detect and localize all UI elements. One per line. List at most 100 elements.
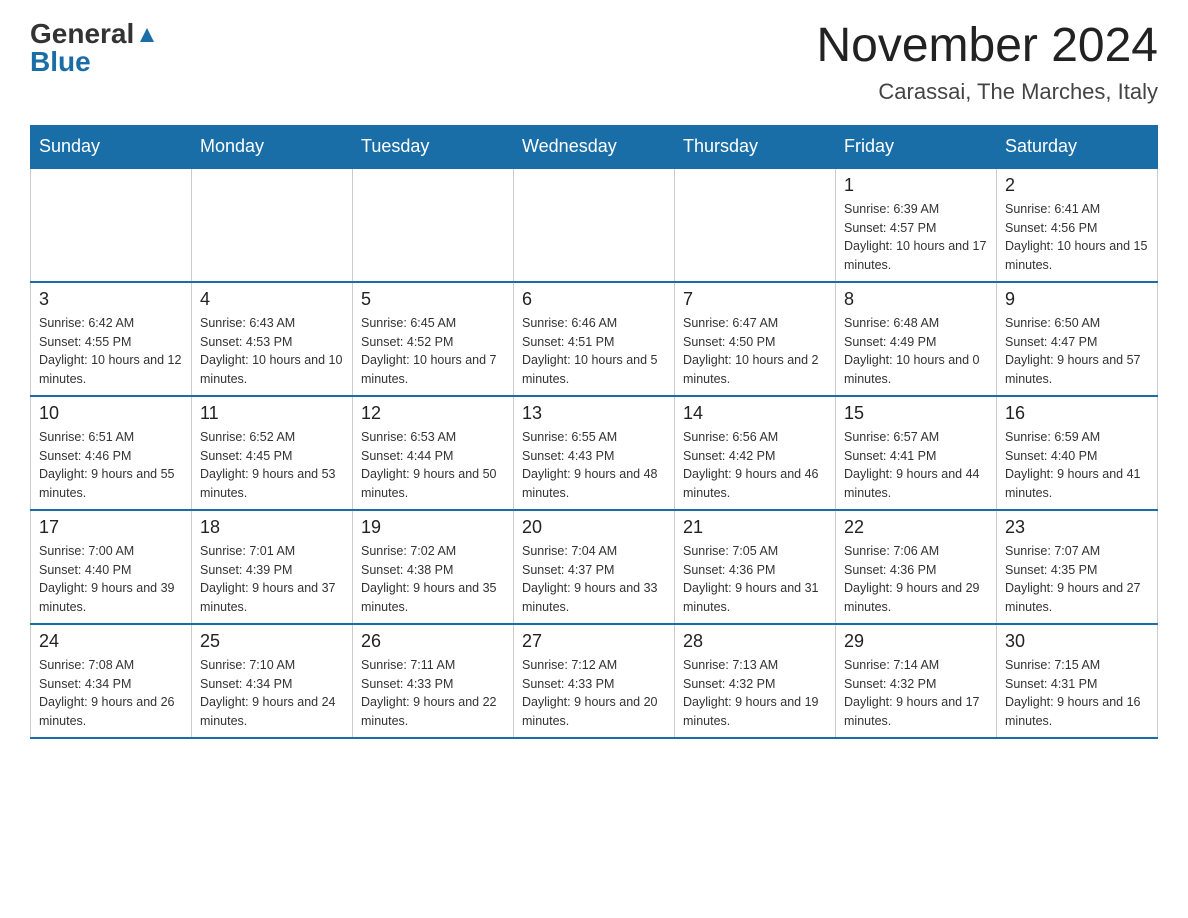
day-info: Sunrise: 7:08 AMSunset: 4:34 PMDaylight:… [39,656,183,731]
calendar-day-cell [31,168,192,282]
day-info: Sunrise: 6:52 AMSunset: 4:45 PMDaylight:… [200,428,344,503]
calendar-day-cell: 5 Sunrise: 6:45 AMSunset: 4:52 PMDaylight… [353,282,514,396]
day-number: 7 [683,289,827,310]
day-number: 3 [39,289,183,310]
calendar-week-row: 1Sunrise: 6:39 AMSunset: 4:57 PMDaylight… [31,168,1158,282]
day-number: 24 [39,631,183,652]
day-info: Sunrise: 6:57 AMSunset: 4:41 PMDaylight:… [844,428,988,503]
day-number: 15 [844,403,988,424]
day-number: 20 [522,517,666,538]
day-info: Sunrise: 6:51 AMSunset: 4:46 PMDaylight:… [39,428,183,503]
calendar-day-cell [514,168,675,282]
weekday-header-tuesday: Tuesday [353,125,514,168]
weekday-header-friday: Friday [836,125,997,168]
day-info: Sunrise: 6:59 AMSunset: 4:40 PMDaylight:… [1005,428,1149,503]
calendar-day-cell: 30 Sunrise: 7:15 AMSunset: 4:31 PMDayligh… [997,624,1158,738]
day-number: 28 [683,631,827,652]
day-info: Sunrise: 7:01 AMSunset: 4:39 PMDaylight:… [200,542,344,617]
calendar-day-cell: 2Sunrise: 6:41 AMSunset: 4:56 PMDaylight… [997,168,1158,282]
calendar-week-row: 3 Sunrise: 6:42 AMSunset: 4:55 PMDaylight… [31,282,1158,396]
calendar-week-row: 10 Sunrise: 6:51 AMSunset: 4:46 PMDayligh… [31,396,1158,510]
calendar-day-cell: 13 Sunrise: 6:55 AMSunset: 4:43 PMDayligh… [514,396,675,510]
day-info: Sunrise: 6:55 AMSunset: 4:43 PMDaylight:… [522,428,666,503]
title-area: November 2024 Carassai, The Marches, Ita… [816,20,1158,105]
day-number: 10 [39,403,183,424]
logo-text-blue: Blue [30,48,91,76]
day-number: 22 [844,517,988,538]
day-number: 9 [1005,289,1149,310]
calendar-day-cell: 21 Sunrise: 7:05 AMSunset: 4:36 PMDayligh… [675,510,836,624]
calendar-day-cell: 6 Sunrise: 6:46 AMSunset: 4:51 PMDaylight… [514,282,675,396]
calendar-day-cell: 24 Sunrise: 7:08 AMSunset: 4:34 PMDayligh… [31,624,192,738]
calendar-day-cell: 1Sunrise: 6:39 AMSunset: 4:57 PMDaylight… [836,168,997,282]
day-info: Sunrise: 7:06 AMSunset: 4:36 PMDaylight:… [844,542,988,617]
day-number: 19 [361,517,505,538]
calendar-day-cell: 16 Sunrise: 6:59 AMSunset: 4:40 PMDayligh… [997,396,1158,510]
calendar-day-cell: 26 Sunrise: 7:11 AMSunset: 4:33 PMDayligh… [353,624,514,738]
day-info: Sunrise: 6:45 AMSunset: 4:52 PMDaylight:… [361,314,505,389]
calendar-day-cell: 3 Sunrise: 6:42 AMSunset: 4:55 PMDaylight… [31,282,192,396]
weekday-header-wednesday: Wednesday [514,125,675,168]
day-number: 4 [200,289,344,310]
day-info: Sunrise: 6:46 AMSunset: 4:51 PMDaylight:… [522,314,666,389]
day-number: 29 [844,631,988,652]
page-header: General Blue November 2024 Carassai, The… [30,20,1158,105]
day-info: Sunrise: 7:02 AMSunset: 4:38 PMDaylight:… [361,542,505,617]
day-info: Sunrise: 7:15 AMSunset: 4:31 PMDaylight:… [1005,656,1149,731]
day-number: 11 [200,403,344,424]
day-info: Sunrise: 6:43 AMSunset: 4:53 PMDaylight:… [200,314,344,389]
day-info: Sunrise: 7:11 AMSunset: 4:33 PMDaylight:… [361,656,505,731]
day-info: Sunrise: 7:05 AMSunset: 4:36 PMDaylight:… [683,542,827,617]
calendar-day-cell [192,168,353,282]
day-number: 25 [200,631,344,652]
day-info: Sunrise: 7:00 AMSunset: 4:40 PMDaylight:… [39,542,183,617]
calendar-day-cell [675,168,836,282]
day-info: Sunrise: 6:42 AMSunset: 4:55 PMDaylight:… [39,314,183,389]
weekday-header-monday: Monday [192,125,353,168]
day-number: 6 [522,289,666,310]
calendar-week-row: 17Sunrise: 7:00 AMSunset: 4:40 PMDayligh… [31,510,1158,624]
logo-text-general: General [30,20,158,48]
calendar-day-cell: 9 Sunrise: 6:50 AMSunset: 4:47 PMDaylight… [997,282,1158,396]
day-info: Sunrise: 7:14 AMSunset: 4:32 PMDaylight:… [844,656,988,731]
calendar-day-cell: 4 Sunrise: 6:43 AMSunset: 4:53 PMDaylight… [192,282,353,396]
calendar-week-row: 24 Sunrise: 7:08 AMSunset: 4:34 PMDayligh… [31,624,1158,738]
day-number: 23 [1005,517,1149,538]
calendar-day-cell: 29 Sunrise: 7:14 AMSunset: 4:32 PMDayligh… [836,624,997,738]
day-info: Sunrise: 6:53 AMSunset: 4:44 PMDaylight:… [361,428,505,503]
day-number: 26 [361,631,505,652]
day-number: 5 [361,289,505,310]
calendar-day-cell: 17Sunrise: 7:00 AMSunset: 4:40 PMDayligh… [31,510,192,624]
calendar-day-cell: 15 Sunrise: 6:57 AMSunset: 4:41 PMDayligh… [836,396,997,510]
day-number: 21 [683,517,827,538]
weekday-header-sunday: Sunday [31,125,192,168]
day-info: Sunrise: 6:48 AMSunset: 4:49 PMDaylight:… [844,314,988,389]
day-number: 30 [1005,631,1149,652]
calendar-header-row: SundayMondayTuesdayWednesdayThursdayFrid… [31,125,1158,168]
month-title: November 2024 [816,20,1158,73]
calendar-day-cell: 23 Sunrise: 7:07 AMSunset: 4:35 PMDayligh… [997,510,1158,624]
day-info: Sunrise: 6:56 AMSunset: 4:42 PMDaylight:… [683,428,827,503]
calendar-day-cell: 20Sunrise: 7:04 AMSunset: 4:37 PMDayligh… [514,510,675,624]
day-info: Sunrise: 7:13 AMSunset: 4:32 PMDaylight:… [683,656,827,731]
day-number: 2 [1005,175,1149,196]
calendar-day-cell [353,168,514,282]
day-number: 14 [683,403,827,424]
day-number: 12 [361,403,505,424]
day-info: Sunrise: 7:12 AMSunset: 4:33 PMDaylight:… [522,656,666,731]
calendar-day-cell: 12 Sunrise: 6:53 AMSunset: 4:44 PMDayligh… [353,396,514,510]
day-number: 27 [522,631,666,652]
day-number: 1 [844,175,988,196]
logo: General Blue [30,20,158,76]
day-number: 16 [1005,403,1149,424]
calendar-day-cell: 28 Sunrise: 7:13 AMSunset: 4:32 PMDayligh… [675,624,836,738]
day-info: Sunrise: 6:50 AMSunset: 4:47 PMDaylight:… [1005,314,1149,389]
calendar-day-cell: 18Sunrise: 7:01 AMSunset: 4:39 PMDayligh… [192,510,353,624]
day-info: Sunrise: 7:07 AMSunset: 4:35 PMDaylight:… [1005,542,1149,617]
calendar-table: SundayMondayTuesdayWednesdayThursdayFrid… [30,125,1158,739]
day-number: 13 [522,403,666,424]
calendar-day-cell: 25Sunrise: 7:10 AMSunset: 4:34 PMDayligh… [192,624,353,738]
calendar-day-cell: 27 Sunrise: 7:12 AMSunset: 4:33 PMDayligh… [514,624,675,738]
day-number: 8 [844,289,988,310]
day-info: Sunrise: 6:47 AMSunset: 4:50 PMDaylight:… [683,314,827,389]
